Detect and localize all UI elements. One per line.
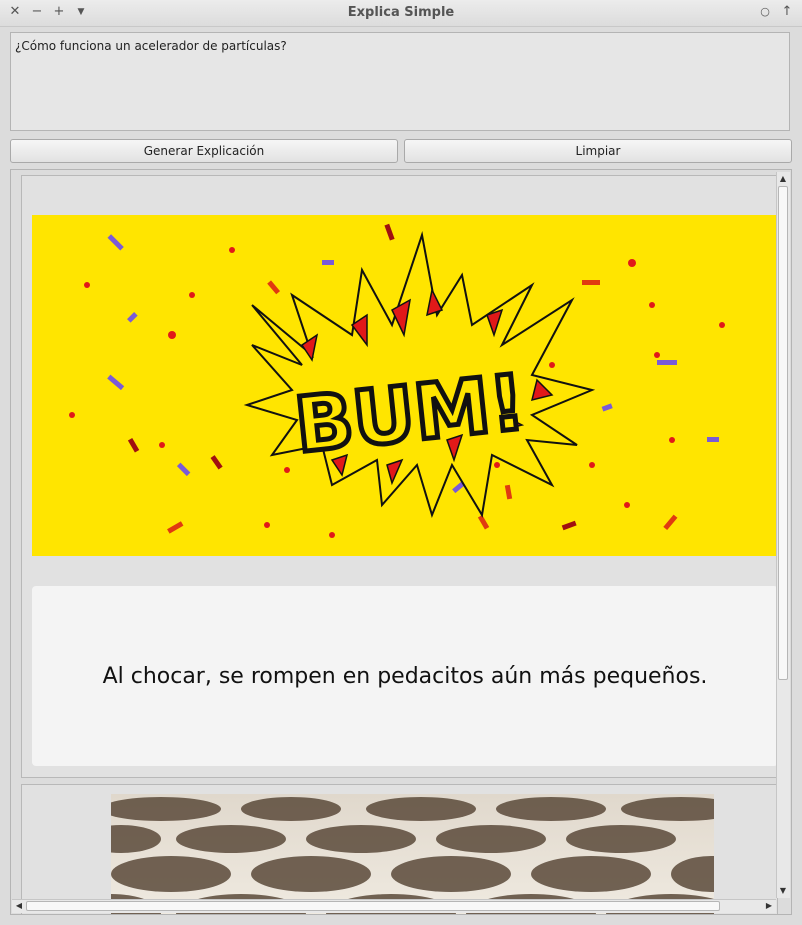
window-title: Explica Simple <box>347 5 455 20</box>
question-input[interactable]: ¿Cómo funciona un acelerador de partícul… <box>10 32 790 131</box>
vertical-scroll-thumb[interactable] <box>778 186 788 680</box>
caption-box: Al chocar, se rompen en pedacitos aún má… <box>32 586 778 766</box>
horizontal-scrollbar[interactable]: ◀ ▶ <box>12 899 776 913</box>
explanation-card: BUM! Al chocar, se rompen en pedacitos a… <box>21 175 778 778</box>
explanation-card-2 <box>21 784 778 914</box>
scroll-right-icon[interactable]: ▶ <box>763 900 775 912</box>
title-bar: ✕ − + ▼ Explica Simple ○ ↑ <box>0 0 802 27</box>
generate-button[interactable]: Generar Explicación <box>10 139 398 163</box>
vertical-scrollbar[interactable]: ▲ ▼ <box>776 172 790 898</box>
explosion-illustration: BUM! <box>32 215 778 556</box>
results-scroll-area[interactable]: BUM! Al chocar, se rompen en pedacitos a… <box>10 169 792 915</box>
scroll-up-icon[interactable]: ▲ <box>777 173 789 185</box>
up-icon[interactable]: ↑ <box>779 4 795 20</box>
seeds-photo <box>111 794 714 914</box>
svg-text:BUM!: BUM! <box>291 357 529 470</box>
horizontal-scroll-thumb[interactable] <box>26 901 720 911</box>
clear-button[interactable]: Limpiar <box>404 139 792 163</box>
caption-text: Al chocar, se rompen en pedacitos aún má… <box>102 663 708 689</box>
scroll-down-icon[interactable]: ▼ <box>777 885 789 897</box>
scroll-left-icon[interactable]: ◀ <box>13 900 25 912</box>
circle-icon[interactable]: ○ <box>757 4 773 20</box>
bum-text: BUM! <box>288 355 531 473</box>
